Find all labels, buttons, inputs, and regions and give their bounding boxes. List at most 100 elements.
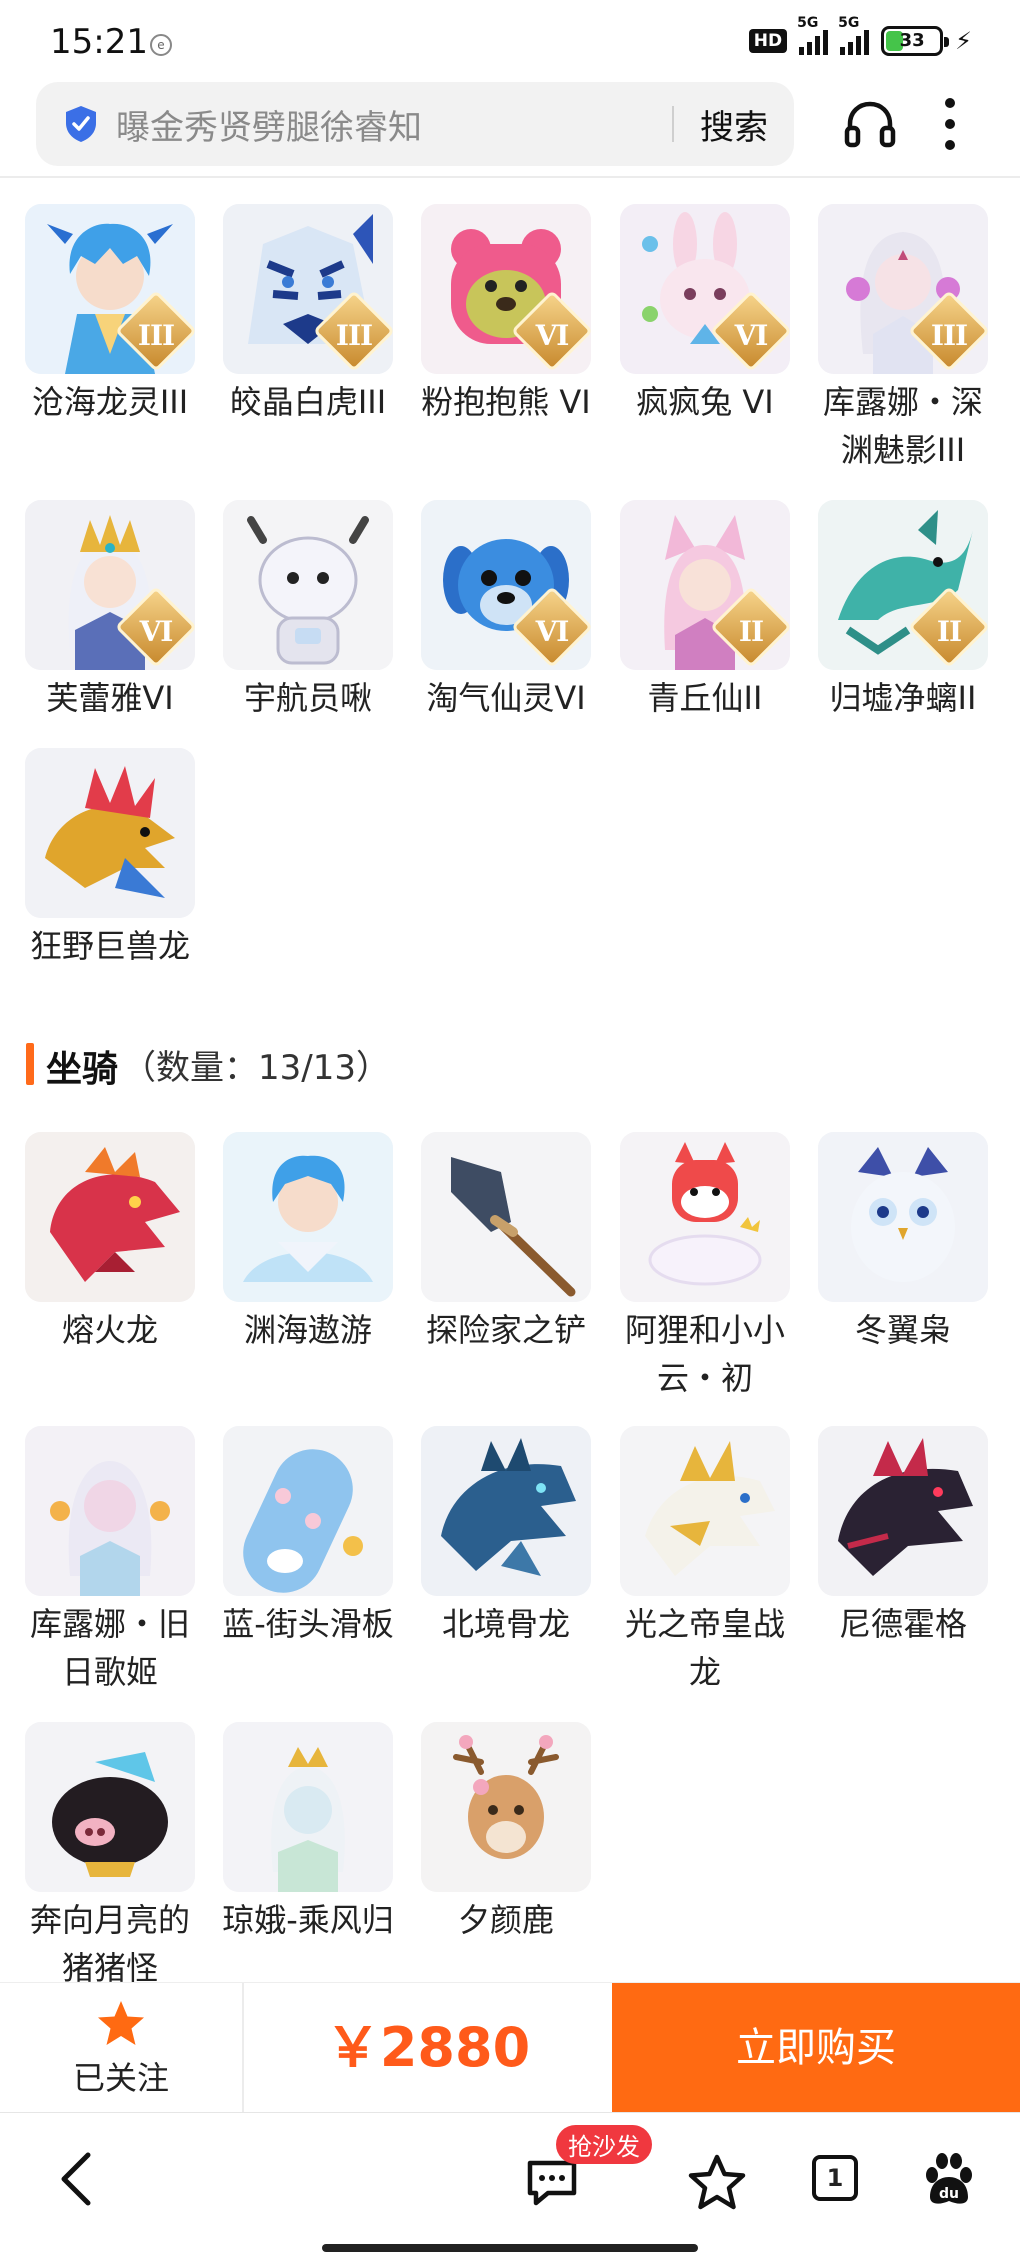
- mount-label: 渊海遨游: [243, 1311, 372, 1349]
- singer-girl-icon: [25, 1426, 195, 1596]
- sea-dragon-rider-icon: [223, 1132, 393, 1302]
- mount-label: 夕颜鹿: [457, 1901, 554, 1939]
- mount-label: 奔向月亮的猪猪怪: [29, 1901, 190, 1987]
- blue-dragon-spirit-icon: III: [25, 204, 195, 374]
- mount-card[interactable]: 北境骨龙: [418, 1426, 594, 1648]
- home-indicator: [322, 2244, 698, 2252]
- item-label: 沧海龙灵III: [31, 383, 189, 421]
- search-button[interactable]: 搜索: [674, 100, 794, 149]
- item-card[interactable]: VI 疯疯兔 VI: [617, 204, 793, 426]
- tab-count-button[interactable]: 1: [812, 2155, 858, 2201]
- item-label: 狂野巨兽龙: [29, 927, 190, 965]
- mount-card[interactable]: 奔向月亮的猪猪怪: [22, 1722, 198, 1992]
- white-hair-girl-icon: III: [818, 204, 988, 374]
- status-time: 15:21: [50, 22, 148, 62]
- mount-card[interactable]: 冬翼枭: [815, 1132, 991, 1354]
- owl-icon: [818, 1132, 988, 1302]
- mount-card[interactable]: 渊海遨游: [220, 1132, 396, 1354]
- svg-text:du: du: [939, 2186, 959, 2202]
- mount-label: 光之帝皇战龙: [624, 1605, 785, 1691]
- headphone-icon[interactable]: [842, 96, 898, 152]
- item-card[interactable]: VI 淘气仙灵VI: [418, 500, 594, 722]
- mount-label: 琼娥-乘风归: [222, 1901, 394, 1939]
- mount-card[interactable]: 阿狸和小小云・初: [617, 1132, 793, 1402]
- search-bar[interactable]: 曝金秀贤劈腿徐睿知 搜索: [36, 82, 794, 166]
- blue-dog-icon: VI: [421, 500, 591, 670]
- mount-label: 熔火龙: [61, 1311, 158, 1349]
- price: ￥2880: [325, 2016, 531, 2079]
- baidu-paw-icon[interactable]: du: [920, 2151, 976, 2207]
- more-menu-icon[interactable]: [944, 98, 956, 150]
- comment-icon[interactable]: [524, 2157, 580, 2209]
- comment-badge: 抢沙发: [556, 2125, 652, 2164]
- mount-card[interactable]: 夕颜鹿: [418, 1722, 594, 1944]
- mount-card[interactable]: 蓝-街头滑板: [220, 1426, 396, 1648]
- item-label: 粉抱抱熊 VI: [421, 383, 591, 421]
- follow-button[interactable]: 已关注: [0, 1983, 244, 2113]
- mount-label: 阿狸和小小云・初: [624, 1311, 785, 1397]
- item-card[interactable]: 宇航员啾: [220, 500, 396, 722]
- browser-notification-icon: e: [150, 34, 172, 56]
- rank-text: II: [936, 615, 962, 648]
- mount-label: 冬翼枭: [854, 1311, 951, 1349]
- item-card[interactable]: 狂野巨兽龙: [22, 748, 198, 970]
- teal-dragon-icon: II: [818, 500, 988, 670]
- mount-card[interactable]: 熔火龙: [22, 1132, 198, 1354]
- item-label: 芙蕾雅VI: [46, 679, 174, 717]
- bone-dragon-icon: [421, 1426, 591, 1596]
- status-bar: 15:21 e HD 5G 5G 33 ⚡: [0, 0, 1020, 80]
- charging-icon: ⚡: [955, 27, 972, 55]
- moon-fairy-icon: [223, 1722, 393, 1892]
- item-card[interactable]: VI 芙蕾雅VI: [22, 500, 198, 722]
- back-icon[interactable]: [54, 2149, 98, 2209]
- section-count: （数量：13/13）: [122, 1048, 390, 1088]
- favorite-icon[interactable]: [688, 2153, 746, 2211]
- battery-level: 33: [899, 30, 925, 51]
- status-indicators: HD 5G 5G 33 ⚡: [748, 15, 972, 56]
- rank-text: III: [137, 319, 175, 352]
- battery-icon: 33: [881, 26, 950, 56]
- item-label: 库露娜・深渊魅影III: [822, 383, 983, 469]
- follow-label: 已关注: [72, 2059, 169, 2097]
- mount-label: 尼德霍格: [838, 1605, 967, 1643]
- skateboard-icon: [223, 1426, 393, 1596]
- item-label: 淘气仙灵VI: [426, 679, 586, 717]
- deer-icon: [421, 1722, 591, 1892]
- buy-now-button[interactable]: 立即购买: [612, 1983, 1020, 2113]
- wild-dragon-icon: [25, 748, 195, 918]
- pig-icon: [25, 1722, 195, 1892]
- mount-label: 蓝-街头滑板: [222, 1605, 394, 1643]
- item-card[interactable]: III 皎晶白虎III: [220, 204, 396, 426]
- mount-label: 探险家之铲: [425, 1311, 586, 1349]
- pink-bear-icon: VI: [421, 204, 591, 374]
- item-card[interactable]: II 青丘仙II: [617, 500, 793, 722]
- hd-badge: HD: [748, 29, 788, 53]
- item-card[interactable]: III 沧海龙灵III: [22, 204, 198, 426]
- mount-label: 库露娜・旧日歌姬: [29, 1605, 190, 1691]
- astronaut-cow-icon: [223, 500, 393, 670]
- signal-icon: 5G: [838, 15, 870, 55]
- section-title: 坐骑: [46, 1049, 119, 1090]
- dark-dragon-icon: [818, 1426, 988, 1596]
- section-accent-bar: [26, 1043, 34, 1085]
- mount-card[interactable]: 库露娜・旧日歌姬: [22, 1426, 198, 1696]
- star-filled-icon: [98, 2001, 144, 2045]
- item-card[interactable]: VI 粉抱抱熊 VI: [418, 204, 594, 426]
- mount-card[interactable]: 琼娥-乘风归: [220, 1722, 396, 1944]
- shield-icon: [66, 106, 96, 142]
- rank-text: VI: [139, 615, 174, 648]
- item-card[interactable]: II 归墟净螭II: [815, 500, 991, 722]
- blue-white-tiger-icon: III: [223, 204, 393, 374]
- item-label: 疯疯兔 VI: [636, 383, 774, 421]
- signal-icon: 5G: [797, 15, 829, 55]
- item-label: 归墟净螭II: [829, 679, 977, 717]
- mount-card[interactable]: 尼德霍格: [815, 1426, 991, 1648]
- rank-text: II: [738, 615, 764, 648]
- item-card[interactable]: III 库露娜・深渊魅影III: [815, 204, 991, 474]
- item-label: 青丘仙II: [647, 679, 763, 717]
- rank-text: VI: [535, 319, 570, 352]
- mount-card[interactable]: 探险家之铲: [418, 1132, 594, 1354]
- mount-card[interactable]: 光之帝皇战龙: [617, 1426, 793, 1696]
- search-input[interactable]: 曝金秀贤劈腿徐睿知: [116, 100, 672, 149]
- mount-label: 北境骨龙: [441, 1605, 570, 1643]
